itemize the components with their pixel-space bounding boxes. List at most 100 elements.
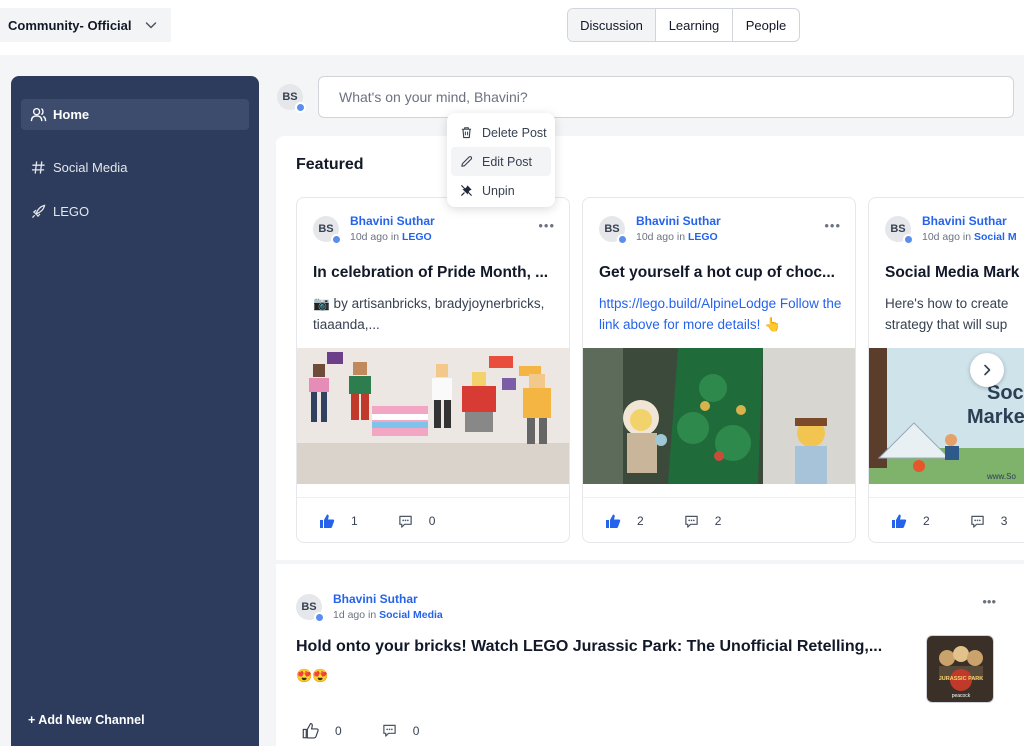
author-name[interactable]: Bhavini Suthar xyxy=(636,214,721,228)
comment-icon xyxy=(684,515,698,528)
like-button[interactable]: 0 xyxy=(302,722,342,739)
card-body: 📷 by artisanbricks, bradyjoynerbricks, t… xyxy=(313,296,545,332)
chevron-right-icon xyxy=(984,364,991,376)
sidebar-item-lego[interactable]: LEGO xyxy=(21,196,249,227)
post-options-menu: Delete Post Edit Post Unpin xyxy=(447,113,555,207)
time-text: 10d ago in xyxy=(350,231,400,243)
status-dot xyxy=(617,233,628,245)
status-dot xyxy=(331,233,342,245)
channel-link[interactable]: Social Media xyxy=(379,609,443,621)
post-composer-input[interactable]: What's on your mind, Bhavini? xyxy=(318,76,1014,118)
card-footer: 2 2 xyxy=(583,497,855,542)
post-image[interactable] xyxy=(297,348,570,484)
comment-button[interactable]: 3 xyxy=(970,514,1007,529)
more-options-icon[interactable]: ••• xyxy=(982,594,996,609)
author-name[interactable]: Bhavini Suthar xyxy=(333,592,443,606)
post-title[interactable]: Hold onto your bricks! Watch LEGO Jurass… xyxy=(296,638,916,656)
status-dot xyxy=(903,233,914,245)
tab-learning[interactable]: Learning xyxy=(656,9,733,41)
comment-button[interactable]: 0 xyxy=(398,514,435,529)
avatar-initials: BS xyxy=(282,91,298,103)
post-footer: 0 0 xyxy=(302,722,459,739)
time-text: 10d ago in xyxy=(922,231,972,243)
carousel-next-button[interactable] xyxy=(970,353,1004,387)
menu-item-edit-post[interactable]: Edit Post xyxy=(451,147,551,176)
trash-icon xyxy=(459,126,473,140)
card-footer: 1 0 xyxy=(297,497,569,542)
view-tabs: Discussion Learning People xyxy=(567,8,800,42)
channel-link[interactable]: LEGO xyxy=(402,231,432,243)
author-name[interactable]: Bhavini Suthar xyxy=(350,214,435,228)
sidebar-item-home[interactable]: Home xyxy=(21,99,249,130)
sidebar-item-label: Home xyxy=(53,107,90,122)
card-title[interactable]: Social Media Mark xyxy=(885,264,1024,282)
avatar[interactable]: BS xyxy=(885,215,914,245)
card-footer: 2 3 xyxy=(869,497,1024,542)
sidebar-item-label: LEGO xyxy=(53,204,90,219)
channel-link[interactable]: Social M xyxy=(974,231,1017,243)
sidebar-item-social-media[interactable]: Social Media xyxy=(21,152,249,183)
avatar[interactable]: BS xyxy=(296,593,325,623)
menu-item-label: Delete Post xyxy=(482,125,547,140)
menu-item-label: Unpin xyxy=(482,183,515,198)
user-icon xyxy=(29,106,47,124)
avatar[interactable]: BS xyxy=(599,215,628,245)
time-text: 10d ago in xyxy=(636,231,686,243)
like-count: 1 xyxy=(351,514,358,528)
author-name[interactable]: Bhavini Suthar xyxy=(922,214,1017,228)
menu-item-delete-post[interactable]: Delete Post xyxy=(451,118,551,147)
chevron-down-icon xyxy=(145,22,157,29)
like-button[interactable]: 1 xyxy=(319,513,358,529)
like-count: 2 xyxy=(923,514,930,528)
like-count: 0 xyxy=(335,723,342,738)
like-count: 2 xyxy=(637,514,644,528)
more-options-icon[interactable]: ••• xyxy=(824,218,841,233)
channel-link[interactable]: LEGO xyxy=(688,231,718,243)
pencil-icon xyxy=(459,155,473,169)
card-header: BS Bhavini Suthar 10d ago in Social M xyxy=(885,214,1017,245)
card-title[interactable]: Get yourself a hot cup of choc... xyxy=(599,264,847,282)
tab-discussion[interactable]: Discussion xyxy=(568,9,656,41)
card-header: BS Bhavini Suthar 10d ago in LEGO xyxy=(313,214,435,245)
comment-button[interactable]: 0 xyxy=(382,723,420,738)
comment-count: 0 xyxy=(412,723,420,738)
post-header: BS Bhavini Suthar 1d ago in Social Media xyxy=(296,592,443,623)
sidebar: Home Social Media LEGO + Add New Channel xyxy=(11,76,259,746)
post-time: 10d ago in Social M xyxy=(922,231,1017,243)
status-dot xyxy=(314,611,325,623)
comment-icon xyxy=(398,515,412,528)
top-bar: Community- Official Discussion Learning … xyxy=(0,0,1024,55)
avatar[interactable]: BS xyxy=(313,215,342,245)
comment-button[interactable]: 2 xyxy=(684,514,721,529)
post-time: 10d ago in LEGO xyxy=(350,231,435,243)
card-header: BS Bhavini Suthar 10d ago in LEGO xyxy=(599,214,721,245)
status-dot xyxy=(295,102,306,113)
featured-card[interactable]: BS Bhavini Suthar 10d ago in LEGO ••• Ge… xyxy=(582,197,856,543)
post-image[interactable] xyxy=(583,348,856,484)
card-body: Here's how to create strategy that will … xyxy=(885,296,1009,332)
card-title[interactable]: In celebration of Pride Month, ... xyxy=(313,264,561,282)
avatar-initials: BS xyxy=(890,222,906,235)
sidebar-item-label: Social Media xyxy=(53,160,128,175)
post-time: 10d ago in LEGO xyxy=(636,231,721,243)
tab-people[interactable]: People xyxy=(733,9,799,41)
post-body: 😍😍 xyxy=(296,668,329,683)
composer-placeholder: What's on your mind, Bhavini? xyxy=(339,89,528,105)
community-selector[interactable]: Community- Official xyxy=(0,8,171,42)
card-body-link[interactable]: https://lego.build/AlpineLodge Follow th… xyxy=(599,293,849,335)
post-thumbnail[interactable]: JURASSIC PARK peacock xyxy=(926,635,994,703)
avatar-initials: BS xyxy=(301,600,317,613)
avatar[interactable]: BS xyxy=(277,84,306,113)
featured-title: Featured xyxy=(296,156,364,173)
menu-item-unpin[interactable]: Unpin xyxy=(451,176,551,205)
like-button[interactable]: 2 xyxy=(605,513,644,529)
post-time: 1d ago in Social Media xyxy=(333,609,443,621)
featured-section: Featured BS Bhavini Suthar 10d ago in LE… xyxy=(276,136,1024,560)
menu-item-label: Edit Post xyxy=(482,154,533,169)
like-button[interactable]: 2 xyxy=(891,513,930,529)
add-channel-button[interactable]: + Add New Channel xyxy=(28,713,145,727)
more-options-icon[interactable]: ••• xyxy=(538,218,555,233)
featured-card[interactable]: BS Bhavini Suthar 10d ago in LEGO ••• In… xyxy=(296,197,570,543)
time-text: 1d ago in xyxy=(333,609,377,621)
feed-post[interactable]: BS Bhavini Suthar 1d ago in Social Media… xyxy=(276,564,1024,746)
